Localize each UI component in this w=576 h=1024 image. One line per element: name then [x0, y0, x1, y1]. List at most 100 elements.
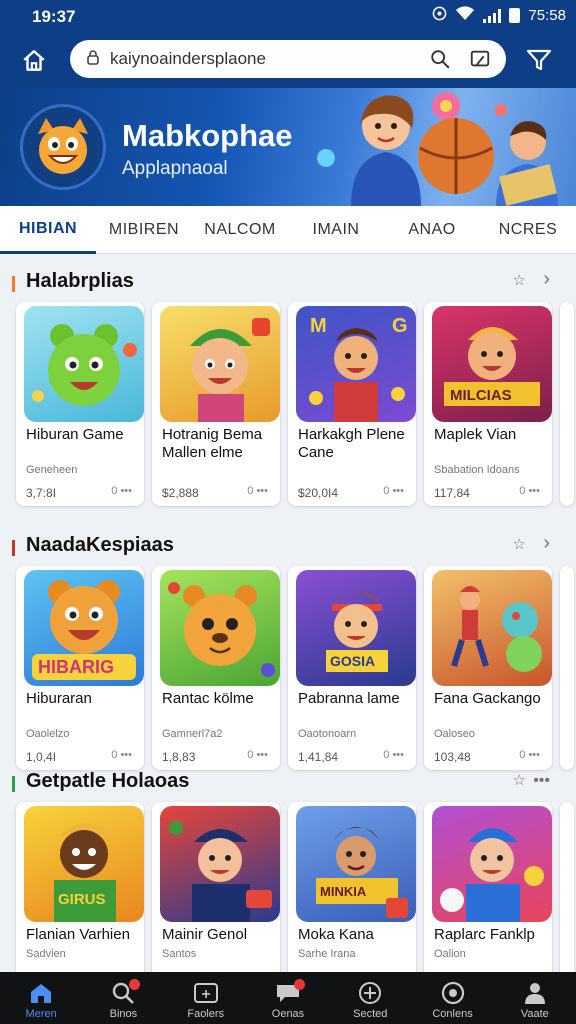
- nav-item-chat[interactable]: Oenas: [247, 972, 329, 1024]
- star-icon[interactable]: ☆: [513, 271, 526, 289]
- app-thumbnail: [432, 806, 552, 922]
- top-app-bar: [0, 34, 576, 88]
- nav-item-home[interactable]: Meren: [0, 972, 82, 1024]
- app-developer: Oalion: [434, 948, 466, 960]
- more-options-icon[interactable]: 0 •••: [383, 485, 404, 497]
- section-title: Halabrplias: [26, 270, 134, 292]
- star-icon[interactable]: ☆: [513, 771, 526, 789]
- card-row: HIBARIG Hiburaran Oaolelzo 1,0,4I 0 ••• …: [16, 566, 576, 776]
- card-row: Hiburan Game Geneheen 3,7:8I 0 ••• Hotra…: [16, 302, 576, 512]
- app-developer: Oaolelzo: [26, 728, 70, 740]
- app-name: Hiburaran: [26, 690, 92, 707]
- more-options-icon[interactable]: 0 •••: [519, 749, 540, 761]
- search-input[interactable]: [100, 49, 414, 69]
- nav-item-folders[interactable]: Faolers: [165, 972, 247, 1024]
- app-card[interactable]: Hotranig Bema Mallen elme $2,888 0 •••: [152, 302, 280, 506]
- tab-2[interactable]: MIBIREN: [96, 206, 192, 254]
- app-card-peek[interactable]: [560, 566, 574, 770]
- nav-label: Sected: [353, 1008, 388, 1020]
- app-name: Harkakgh Plene Cane: [298, 426, 405, 461]
- banner-title: Mabkophae: [122, 118, 293, 153]
- nav-label: Binos: [109, 1008, 138, 1020]
- app-name: Raplarc Fanklp: [434, 926, 535, 943]
- more-options-icon[interactable]: 0 •••: [111, 485, 132, 497]
- app-meta: $20,0I4: [298, 486, 339, 500]
- alarm-icon: [432, 6, 447, 25]
- section-title: Getpatle Holaoas: [26, 770, 190, 792]
- search-button[interactable]: [426, 45, 454, 73]
- tab-1[interactable]: HIBIAN: [0, 206, 96, 254]
- app-card[interactable]: GOSIA Pabranna lame Oaotonoarn 1,41,84 0…: [288, 566, 416, 770]
- more-options-icon[interactable]: 0 •••: [247, 749, 268, 761]
- home-icon: [23, 50, 45, 71]
- svg-text:GOSIA: GOSIA: [330, 653, 375, 669]
- app-developer: Sadvien: [26, 948, 66, 960]
- svg-text:MILCIAS: MILCIAS: [450, 387, 512, 404]
- nav-item-search[interactable]: Binos: [82, 972, 164, 1024]
- app-card-peek[interactable]: [560, 302, 574, 506]
- app-thumbnail: [432, 570, 552, 686]
- section-accent: [12, 540, 15, 556]
- star-icon[interactable]: ☆: [513, 535, 526, 553]
- wifi-icon: [455, 6, 475, 25]
- nav-item-games[interactable]: Sected: [329, 972, 411, 1024]
- banner-illustration: [317, 92, 558, 206]
- svg-text:MINKIA: MINKIA: [320, 884, 367, 899]
- search-icon: [431, 50, 450, 69]
- gamepad-icon: [359, 982, 382, 1004]
- more-options-icon[interactable]: 0 •••: [111, 749, 132, 761]
- hero-banner[interactable]: Mabkophae Applapnaoal: [0, 88, 576, 206]
- section-title: NaadaKespiaas: [26, 534, 174, 556]
- app-card[interactable]: HIBARIG Hiburaran Oaolelzo 1,0,4I 0 •••: [16, 566, 144, 770]
- nav-label: Faolers: [187, 1008, 225, 1020]
- battery-icon: [509, 8, 521, 23]
- home-icon: [31, 984, 52, 1003]
- svg-text:M: M: [310, 315, 327, 337]
- nav-item-content[interactable]: Conlens: [411, 972, 493, 1024]
- home-button[interactable]: [16, 44, 52, 78]
- app-thumbnail: [160, 306, 280, 422]
- app-thumbnail: GOSIA: [296, 570, 416, 686]
- tab-5[interactable]: ANAO: [384, 206, 480, 254]
- more-icon[interactable]: •••: [533, 772, 550, 790]
- app-card[interactable]: Fana Gackango Oaloseo 103,48 0 •••: [424, 566, 552, 770]
- notification-badge: [129, 979, 141, 990]
- app-meta: 1,0,4I: [26, 750, 57, 764]
- filter-icon: [526, 49, 552, 71]
- app-name: Hotranig Bema Mallen elme: [162, 426, 263, 461]
- app-meta: 1,8,83: [162, 750, 196, 764]
- app-card[interactable]: MG Harkakgh Plene Cane $20,0I4 0 •••: [288, 302, 416, 506]
- app-thumbnail: [24, 306, 144, 422]
- app-thumbnail: MILCIAS: [432, 306, 552, 422]
- app-developer: Gamnerl7a2: [162, 728, 223, 740]
- notification-badge: [293, 979, 305, 990]
- more-options-icon[interactable]: 0 •••: [519, 485, 540, 497]
- app-thumbnail: GIRUS: [24, 806, 144, 922]
- section-3: Getpatle Holaoas ☆ ••• GIRUS Flanian Var…: [0, 768, 576, 1006]
- app-card[interactable]: MILCIAS Maplek Vian Sbabation Idoans 117…: [424, 302, 552, 506]
- cast-button[interactable]: [466, 45, 494, 73]
- chevron-right-icon[interactable]: ›: [543, 268, 550, 291]
- app-name: Moka Kana: [298, 926, 374, 943]
- search-bar[interactable]: [70, 40, 506, 78]
- status-time: 19:37: [32, 7, 76, 26]
- app-meta: 117,84: [434, 486, 470, 500]
- app-meta: 1,41,84: [298, 750, 339, 764]
- filter-button[interactable]: [524, 45, 554, 75]
- svg-text:HIBARIG: HIBARIG: [38, 657, 114, 677]
- app-card[interactable]: Rantac kölme Gamnerl7a2 1,8,83 0 •••: [152, 566, 280, 770]
- person-icon: [524, 983, 545, 1004]
- chevron-right-icon[interactable]: ›: [543, 532, 550, 555]
- tab-3[interactable]: NALCOM: [192, 206, 288, 254]
- app-card[interactable]: Hiburan Game Geneheen 3,7:8I 0 •••: [16, 302, 144, 506]
- section-2: NaadaKespiaas ☆ › HIBARIG Hiburaran Oaol…: [0, 532, 576, 782]
- more-options-icon[interactable]: 0 •••: [383, 749, 404, 761]
- more-options-icon[interactable]: 0 •••: [247, 485, 268, 497]
- section-accent: [12, 776, 15, 792]
- nav-item-profile[interactable]: Vaate: [494, 972, 576, 1024]
- tab-4[interactable]: IMAIN: [288, 206, 384, 254]
- app-developer: Santos: [162, 948, 197, 960]
- battery-text: 75:58: [528, 7, 566, 24]
- app-thumbnail: MG: [296, 306, 416, 422]
- tab-6[interactable]: NCRES: [480, 206, 576, 254]
